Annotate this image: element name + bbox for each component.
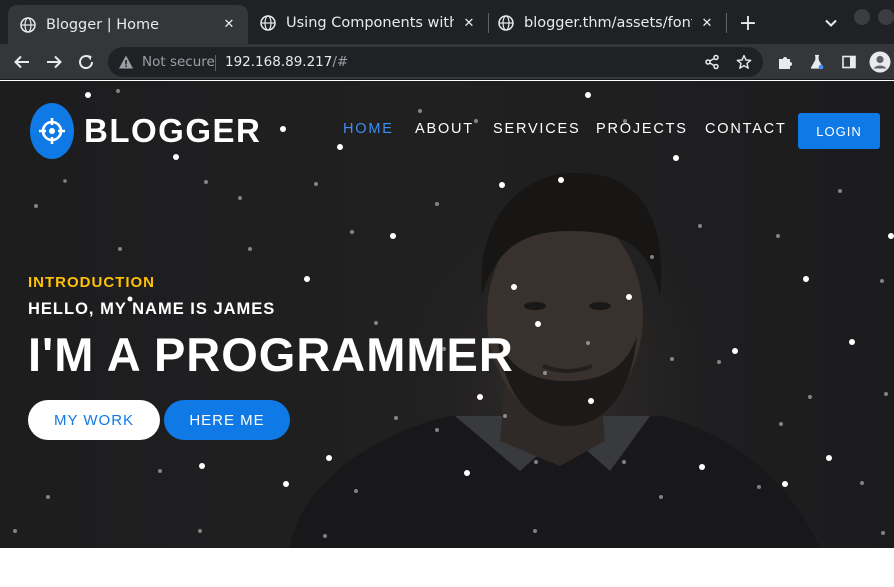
url-text: 192.168.89.217/# — [225, 54, 348, 70]
security-label: Not secure — [142, 54, 215, 70]
site-brand[interactable]: BLOGGER — [30, 103, 261, 159]
reload-icon[interactable] — [75, 51, 97, 73]
close-icon[interactable]: ✕ — [698, 14, 716, 32]
tab-using-components[interactable]: Using Components with K ✕ — [252, 6, 486, 40]
share-icon[interactable] — [704, 54, 720, 70]
profile-icon[interactable] — [869, 51, 891, 73]
window-maximize-button[interactable] — [878, 9, 894, 25]
hero-headline: I'M A PROGRAMMER — [28, 328, 514, 381]
login-button[interactable]: LOGIN — [798, 113, 880, 149]
nav-contact[interactable]: CONTACT — [705, 121, 787, 137]
nav-home[interactable]: HOME — [343, 121, 394, 137]
url-path: /# — [332, 54, 349, 70]
nav-about[interactable]: ABOUT — [415, 121, 474, 137]
sidebar-icon[interactable] — [838, 51, 860, 73]
tab-title: Blogger | Home — [46, 16, 160, 33]
my-work-button[interactable]: MY WORK — [28, 400, 160, 440]
close-icon[interactable]: ✕ — [220, 16, 238, 34]
plus-icon[interactable]: + — [736, 11, 760, 36]
browser-tab-strip: Blogger | Home ✕ Using Components with K… — [0, 0, 894, 44]
address-bar[interactable]: Not secure 192.168.89.217/# — [108, 47, 763, 77]
window-minimize-button[interactable] — [854, 9, 870, 25]
tab-separator — [488, 13, 489, 33]
globe-icon — [20, 16, 36, 33]
tab-title: Using Components with K — [286, 15, 454, 31]
close-icon[interactable]: ✕ — [460, 14, 478, 32]
browser-toolbar: Not secure 192.168.89.217/# — [0, 44, 894, 80]
nav-services[interactable]: SERVICES — [493, 121, 580, 137]
url-host: 192.168.89.217 — [225, 54, 333, 70]
tab-title: blogger.thm/assets/fonts/ — [524, 15, 692, 31]
tab-blogger-home[interactable]: Blogger | Home ✕ — [8, 5, 248, 44]
forward-arrow-icon[interactable] — [43, 51, 65, 73]
tab-separator — [726, 13, 727, 33]
globe-icon — [498, 15, 514, 31]
web-page: BLOGGER HOME ABOUT SERVICES PROJECTS CON… — [0, 81, 894, 548]
flask-icon[interactable] — [806, 51, 828, 73]
address-divider — [215, 55, 216, 71]
hero-greeting: HELLO, MY NAME IS JAMES — [28, 300, 276, 318]
globe-icon — [260, 15, 276, 31]
star-icon[interactable] — [736, 54, 752, 70]
tab-blogger-fonts[interactable]: blogger.thm/assets/fonts/ ✕ — [490, 6, 724, 40]
chevron-down-icon[interactable] — [820, 12, 842, 34]
back-arrow-icon[interactable] — [11, 51, 33, 73]
nav-projects[interactable]: PROJECTS — [596, 121, 688, 137]
crosshair-logo-icon — [30, 103, 74, 159]
puzzle-icon[interactable] — [774, 51, 796, 73]
hero-eyebrow: INTRODUCTION — [28, 274, 155, 291]
here-me-button[interactable]: HERE ME — [164, 400, 290, 440]
warning-icon[interactable] — [118, 54, 134, 70]
brand-name: BLOGGER — [84, 112, 262, 149]
